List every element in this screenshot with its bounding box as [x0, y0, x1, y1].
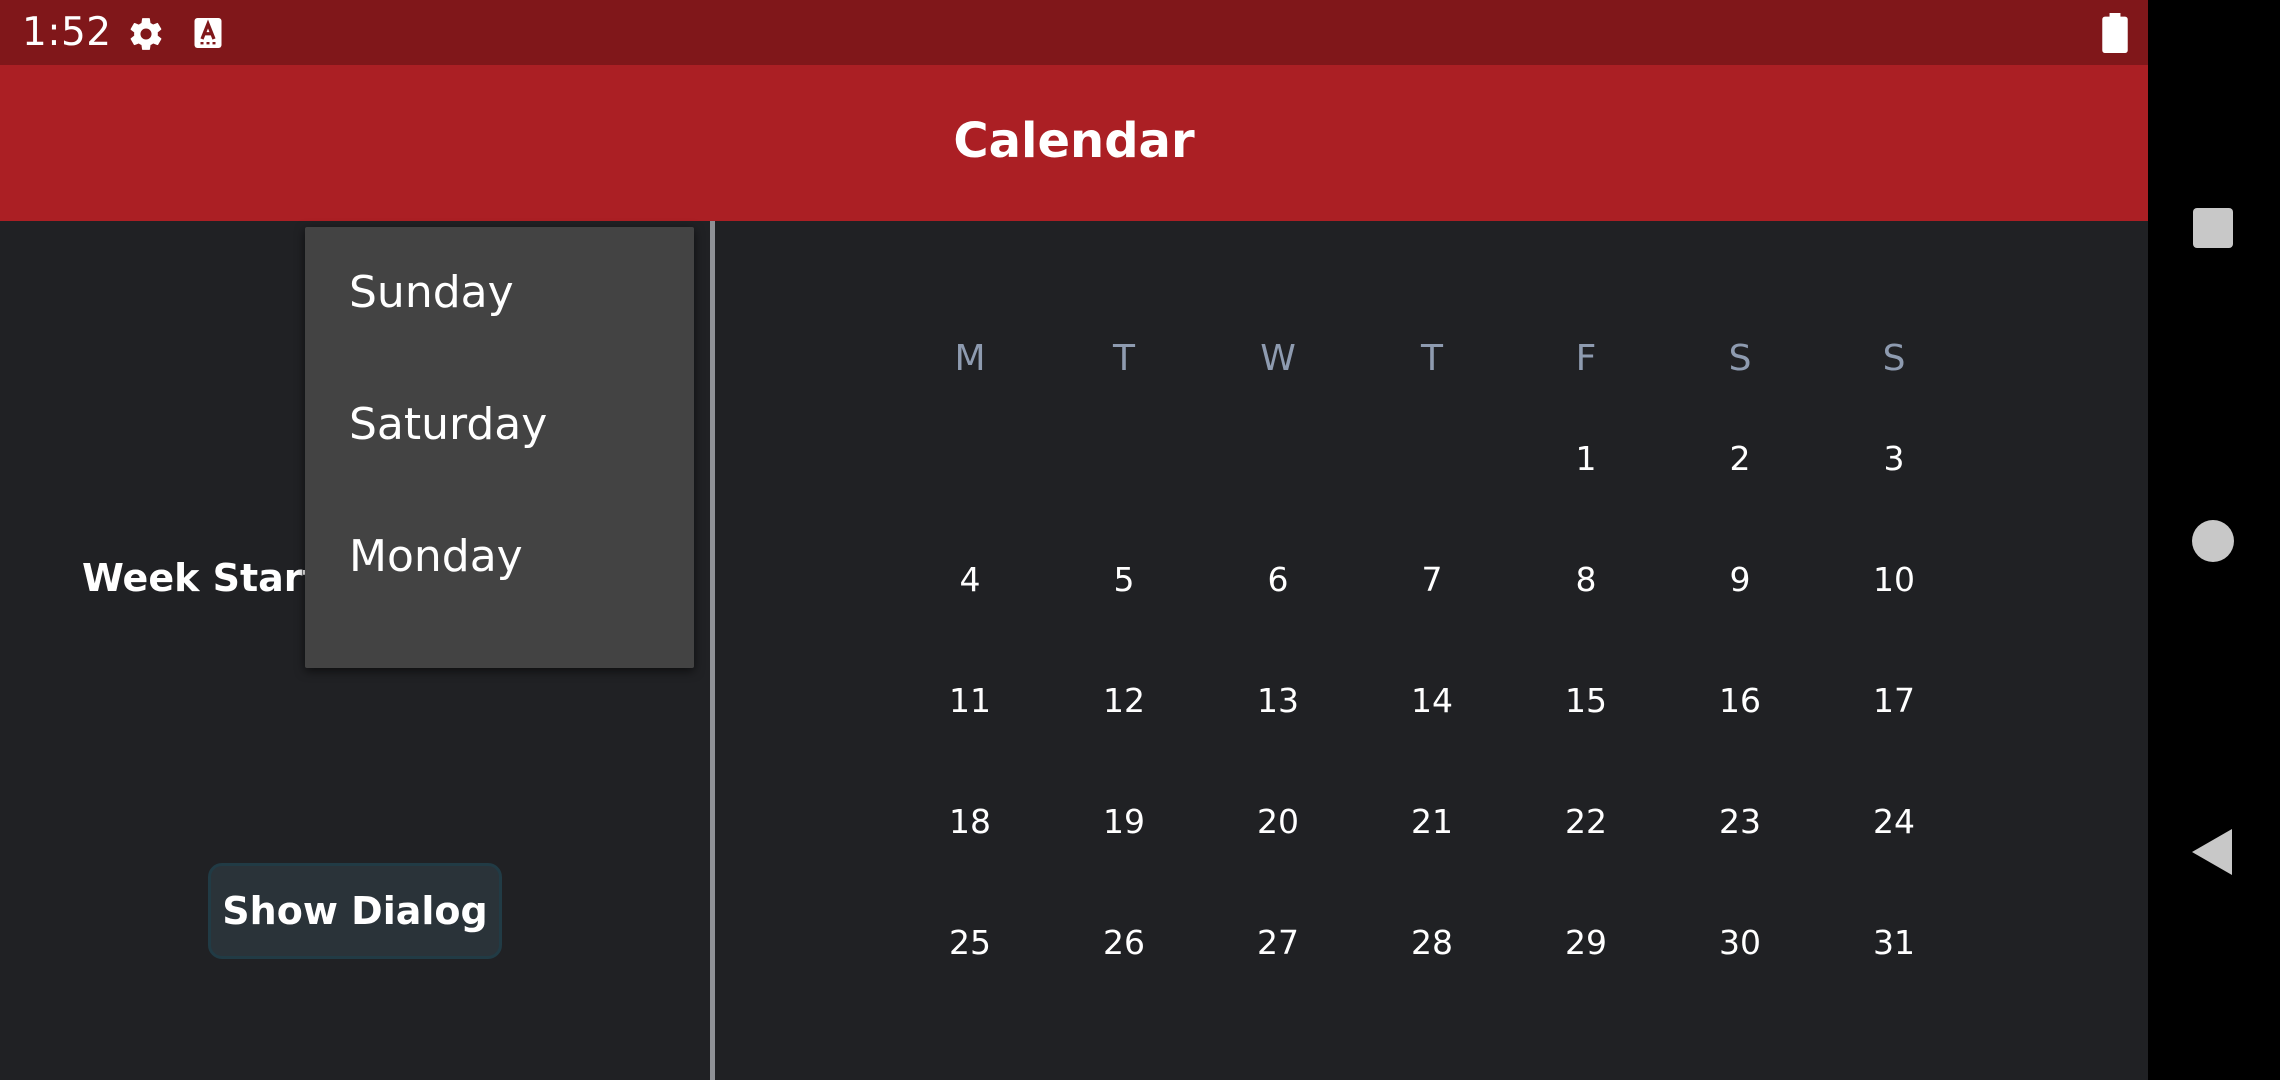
back-button[interactable]: [2192, 829, 2232, 875]
calendar-day[interactable]: 26: [1047, 923, 1201, 962]
week-start-option-saturday[interactable]: Saturday: [305, 359, 694, 491]
calendar-day[interactable]: 21: [1355, 802, 1509, 841]
app-bar: Calendar: [0, 65, 2148, 221]
weekday-header: T: [1113, 338, 1135, 379]
status-time: 1:52: [22, 10, 112, 55]
app-title: Calendar: [953, 113, 1195, 169]
calendar-day[interactable]: 11: [893, 681, 1047, 720]
calendar-day[interactable]: 7: [1355, 560, 1509, 599]
weekday-header: F: [1575, 338, 1597, 379]
calendar-day[interactable]: 18: [893, 802, 1047, 841]
calendar-day[interactable]: 16: [1663, 681, 1817, 720]
calendar-day[interactable]: 15: [1509, 681, 1663, 720]
calendar-day[interactable]: 14: [1355, 681, 1509, 720]
recents-button[interactable]: [2193, 208, 2233, 248]
weekday-header: S: [1882, 338, 1906, 379]
main-content: Week Start: Sunday Saturday Monday Show …: [0, 221, 2148, 1080]
calendar-grid: M T W T F S S 1 2 3 4 5 6 7 8 9 10 11 12 13 14 15 16 17 18 19 20 21…: [715, 221, 2148, 1080]
battery-icon: [2102, 13, 2128, 58]
settings-icon: [127, 15, 165, 58]
weekday-header: M: [954, 338, 986, 379]
calendar-day[interactable]: 9: [1663, 560, 1817, 599]
calendar-day[interactable]: 24: [1817, 802, 1971, 841]
show-dialog-button[interactable]: Show Dialog: [208, 863, 502, 959]
week-start-option-sunday[interactable]: Sunday: [305, 227, 694, 359]
calendar-day[interactable]: 4: [893, 560, 1047, 599]
calendar-day[interactable]: 30: [1663, 923, 1817, 962]
week-start-label: Week Start:: [82, 556, 336, 600]
calendar-day[interactable]: 17: [1817, 681, 1971, 720]
calendar-day[interactable]: 13: [1201, 681, 1355, 720]
calendar-day[interactable]: 25: [893, 923, 1047, 962]
settings-pane: Week Start: Sunday Saturday Monday Show …: [0, 221, 710, 1080]
status-bar: 1:52: [0, 0, 2148, 65]
calendar-day[interactable]: 29: [1509, 923, 1663, 962]
calendar-day[interactable]: 23: [1663, 802, 1817, 841]
calendar-day[interactable]: 28: [1355, 923, 1509, 962]
weekday-header: T: [1421, 338, 1443, 379]
week-start-dropdown: Sunday Saturday Monday: [305, 227, 694, 668]
home-button[interactable]: [2192, 520, 2234, 562]
calendar-day[interactable]: 1: [1509, 439, 1663, 478]
calendar-day[interactable]: 2: [1663, 439, 1817, 478]
weekday-header: W: [1260, 338, 1296, 379]
calendar-day[interactable]: 27: [1201, 923, 1355, 962]
calendar-day[interactable]: 31: [1817, 923, 1971, 962]
calendar-day[interactable]: 10: [1817, 560, 1971, 599]
calendar-day[interactable]: 5: [1047, 560, 1201, 599]
navigation-bar: [2148, 0, 2280, 1080]
calendar-day[interactable]: 12: [1047, 681, 1201, 720]
calendar-day[interactable]: 8: [1509, 560, 1663, 599]
accessibility-font-icon: [190, 15, 226, 56]
calendar-day[interactable]: 19: [1047, 802, 1201, 841]
calendar-day[interactable]: 20: [1201, 802, 1355, 841]
calendar-day[interactable]: 3: [1817, 439, 1971, 478]
calendar-day[interactable]: 6: [1201, 560, 1355, 599]
weekday-header: S: [1728, 338, 1752, 379]
calendar-day[interactable]: 22: [1509, 802, 1663, 841]
week-start-option-monday[interactable]: Monday: [305, 491, 694, 623]
